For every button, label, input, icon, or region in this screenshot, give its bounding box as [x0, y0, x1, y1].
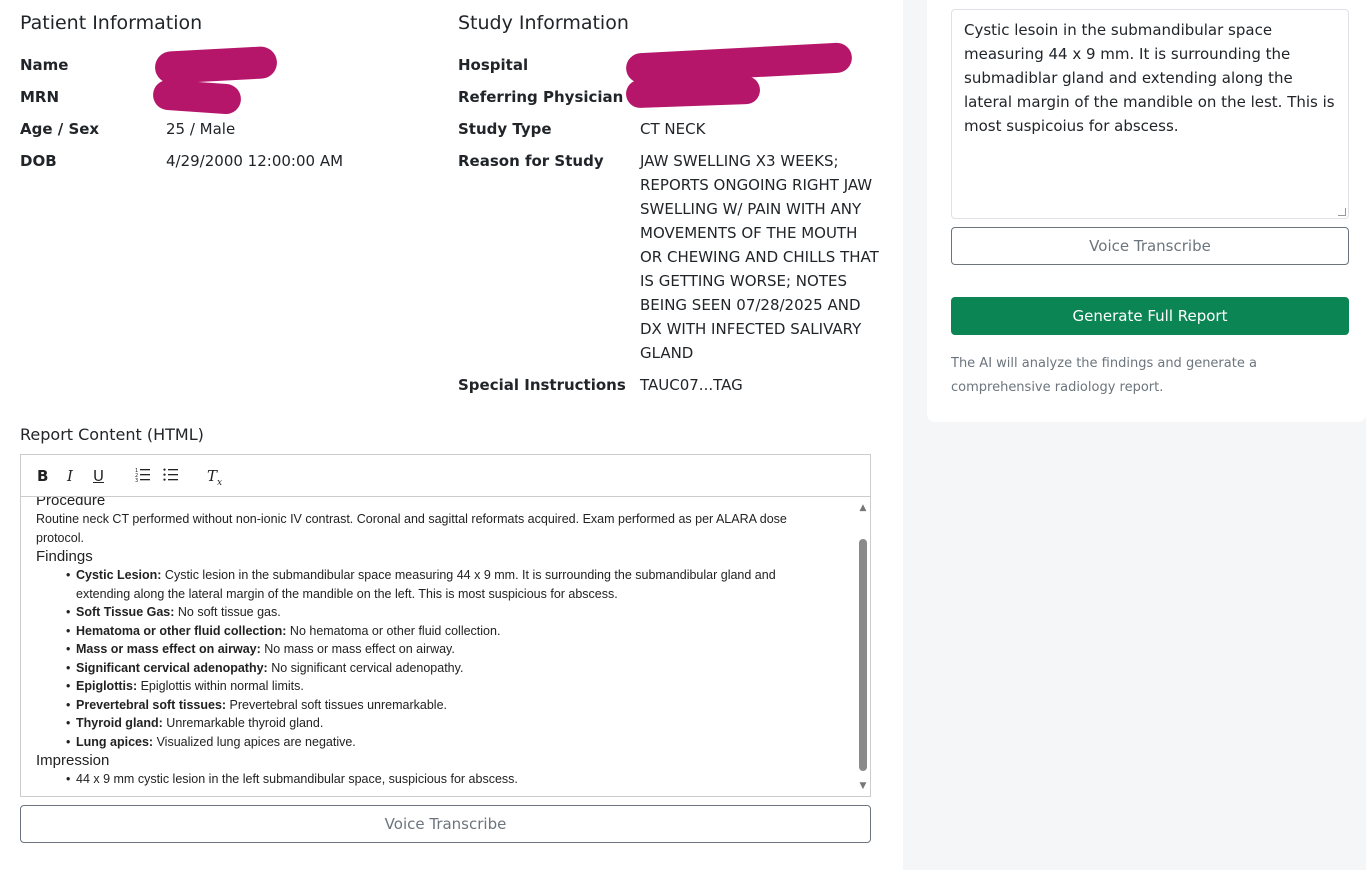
findings-list: Cystic Lesion: Cystic lesion in the subm… [36, 566, 826, 751]
svg-text:3: 3 [135, 478, 138, 483]
reason-line: REPORTS ONGOING RIGHT JAW [640, 176, 873, 194]
list-item: Thyroid gland: Unremarkable thyroid glan… [66, 714, 826, 733]
bullet-list-icon[interactable] [163, 467, 179, 487]
name-label: Name [20, 56, 69, 74]
italic-button[interactable]: I [67, 467, 73, 485]
report-content-label: Report Content (HTML) [20, 425, 204, 444]
reason-line: GLAND [640, 344, 694, 362]
procedure-heading: Procedure [36, 497, 106, 509]
generate-full-report-button[interactable]: Generate Full Report [951, 297, 1349, 335]
list-item: Mass or mass effect on airway: No mass o… [66, 640, 826, 659]
ordered-list-icon[interactable]: 123 [135, 467, 151, 487]
findings-text: Cystic lesoin in the submandibular space… [964, 21, 1335, 135]
age-sex-value: 25 / Male [166, 120, 236, 138]
scroll-down-arrow-icon[interactable]: ▼ [858, 781, 868, 791]
list-item: Epiglottis: Epiglottis within normal lim… [66, 677, 826, 696]
reason-line: SWELLING W/ PAIN WITH ANY [640, 200, 862, 218]
list-item: 44 x 9 mm cystic lesion in the left subm… [66, 770, 826, 789]
redacted-mrn [152, 78, 242, 116]
list-item: Significant cervical adenopathy: No sign… [66, 659, 826, 678]
patient-info-title: Patient Information [20, 12, 203, 34]
main-panel: Patient Information Name MRN Age / Sex 2… [0, 0, 903, 870]
procedure-text: Routine neck CT performed without non-io… [36, 512, 787, 545]
editor-toolbar: B I U 123 Tx [20, 454, 871, 497]
redacted-physician [625, 75, 761, 109]
list-item: Cystic Lesion: Cystic lesion in the subm… [66, 566, 826, 603]
impression-list: 44 x 9 mm cystic lesion in the left subm… [36, 770, 826, 789]
redacted-name [154, 45, 278, 85]
study-type-label: Study Type [458, 120, 552, 138]
findings-heading: Findings [36, 548, 93, 565]
list-item: Soft Tissue Gas: No soft tissue gas. [66, 603, 826, 622]
dob-value: 4/29/2000 12:00:00 AM [166, 152, 344, 170]
referring-physician-label: Referring Physician [458, 88, 624, 106]
report-voice-transcribe-button[interactable]: Voice Transcribe [20, 805, 871, 843]
reason-line: BEING SEEN 07/28/2025 AND [640, 296, 861, 314]
reason-line: OR CHEWING AND CHILLS THAT [640, 248, 879, 266]
study-type-value: CT NECK [640, 120, 706, 138]
report-editor-content[interactable]: Procedure Routine neck CT performed with… [36, 497, 826, 789]
resize-handle-icon[interactable] [1338, 208, 1346, 216]
clear-format-icon[interactable]: Tx [207, 467, 222, 488]
hospital-label: Hospital [458, 56, 529, 74]
study-info-title: Study Information [458, 12, 629, 34]
reason-line: IS GETTING WORSE; NOTES [640, 272, 847, 290]
list-item: Prevertebral soft tissues: Prevertebral … [66, 696, 826, 715]
ai-hint-text: The AI will analyze the findings and gen… [951, 356, 1257, 395]
editor-scrollbar[interactable]: ▲ ▼ [858, 503, 868, 791]
report-editor[interactable]: Procedure Routine neck CT performed with… [20, 497, 871, 797]
underline-button[interactable]: U [93, 467, 104, 485]
reason-line: MOVEMENTS OF THE MOUTH [640, 224, 858, 242]
list-item: Lung apices: Visualized lung apices are … [66, 733, 826, 752]
findings-textarea[interactable]: Cystic lesoin in the submandibular space… [951, 9, 1349, 219]
dob-label: DOB [20, 152, 57, 170]
special-instructions-value: TAUC07...TAG [640, 376, 743, 394]
reason-line: DX WITH INFECTED SALIVARY [640, 320, 862, 338]
bold-button[interactable]: B [37, 467, 48, 485]
reason-value: JAW SWELLING X3 WEEKS; REPORTS ONGOING R… [640, 149, 880, 365]
reason-label: Reason for Study [458, 152, 604, 170]
list-item: Hematoma or other fluid collection: No h… [66, 622, 826, 641]
reason-line: JAW SWELLING X3 WEEKS; [640, 152, 839, 170]
scrollbar-thumb[interactable] [859, 539, 867, 771]
mrn-label: MRN [20, 88, 60, 106]
age-sex-label: Age / Sex [20, 120, 100, 138]
findings-voice-transcribe-button[interactable]: Voice Transcribe [951, 227, 1349, 265]
special-instructions-label: Special Instructions [458, 376, 626, 394]
impression-heading: Impression [36, 752, 110, 769]
scroll-up-arrow-icon[interactable]: ▲ [858, 503, 868, 513]
